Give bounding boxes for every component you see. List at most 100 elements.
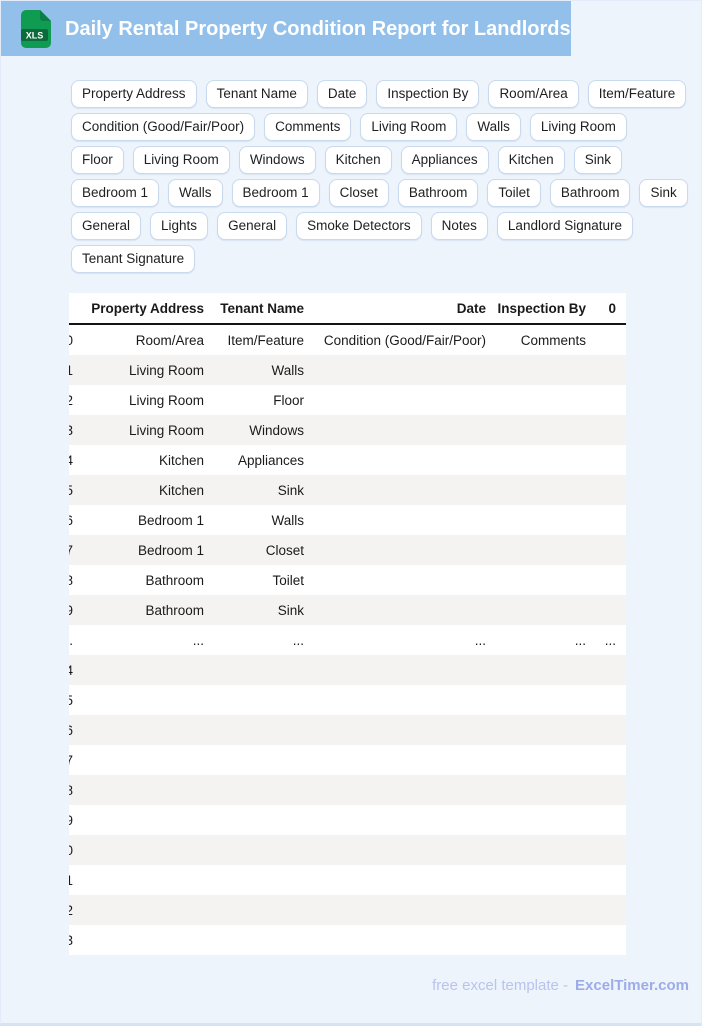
cell-extra: [591, 415, 626, 445]
keyword-chip[interactable]: Kitchen: [324, 146, 392, 174]
keyword-chip[interactable]: Living Room: [360, 113, 458, 141]
keyword-chip[interactable]: Floor: [71, 146, 124, 174]
condition-report-table: Property Address Tenant Name Date Inspec…: [69, 293, 626, 955]
cell-condition: [306, 385, 491, 415]
cell-extra: [591, 805, 626, 835]
keyword-chip[interactable]: General: [217, 212, 288, 240]
header-zero: 0: [608, 300, 616, 316]
cell-comments: [491, 415, 591, 445]
cell-row-number: 15: [69, 692, 73, 708]
cell-room-area: Bathroom: [145, 572, 204, 588]
keyword-chip[interactable]: Smoke Detectors: [296, 212, 422, 240]
cell-comments: Comments: [520, 332, 586, 348]
cell-condition: [306, 565, 491, 595]
header-date: Date: [456, 300, 486, 316]
keyword-chip[interactable]: Condition (Good/Fair/Poor): [71, 113, 256, 141]
table-row: 21: [69, 865, 626, 895]
cell-condition: [306, 535, 491, 565]
keyword-chip[interactable]: Room/Area: [488, 80, 579, 108]
chip-row: Floor Living Room Windows Kitchen Appliances…: [71, 146, 702, 174]
keyword-chip[interactable]: Date: [316, 80, 368, 108]
table-row: 23: [69, 925, 626, 955]
keyword-chip[interactable]: Inspection By: [376, 80, 480, 108]
cell-condition: [306, 895, 491, 925]
keyword-chip[interactable]: Kitchen: [497, 146, 565, 174]
keyword-chip[interactable]: Bathroom: [397, 179, 479, 207]
footer-brand-link[interactable]: ExcelTimer.com: [575, 977, 689, 994]
keyword-chip[interactable]: Property Address: [71, 80, 197, 108]
cell-room-area: [81, 805, 206, 835]
table-row: 4 Kitchen Appliances: [69, 445, 626, 475]
cell-extra: [591, 895, 626, 925]
cell-condition: [306, 805, 491, 835]
keyword-chip[interactable]: Sink: [573, 146, 622, 174]
cell-condition: [306, 595, 491, 625]
keyword-chip[interactable]: Lights: [150, 212, 209, 240]
xls-icon-label: XLS: [26, 30, 44, 40]
xls-file-icon: XLS: [21, 9, 51, 48]
keyword-chip[interactable]: General: [71, 212, 142, 240]
cell-row-number: 7: [69, 542, 73, 558]
keyword-chip[interactable]: Item/Feature: [587, 80, 687, 108]
cell-room-area: Bedroom 1: [137, 512, 204, 528]
cell-item-feature: [206, 925, 306, 955]
cell-row-number: 6: [69, 512, 73, 528]
cell-item-feature: ...: [292, 632, 304, 648]
cell-comments: [491, 355, 591, 385]
cell-item-feature: [206, 805, 306, 835]
cell-extra: [591, 715, 626, 745]
keyword-chip[interactable]: Notes: [430, 212, 488, 240]
keyword-chip[interactable]: Bedroom 1: [71, 179, 160, 207]
cell-extra: [591, 475, 626, 505]
keyword-chip[interactable]: Landlord Signature: [496, 212, 634, 240]
keyword-chip[interactable]: Tenant Signature: [71, 245, 196, 273]
cell-extra: [591, 505, 626, 535]
cell-comments: [491, 805, 591, 835]
keyword-chip[interactable]: Living Room: [529, 113, 627, 141]
cell-condition: [306, 835, 491, 865]
cell-condition: [306, 415, 491, 445]
cell-room-area: [81, 715, 206, 745]
table-row: 17: [69, 745, 626, 775]
keyword-chip[interactable]: Sink: [639, 179, 688, 207]
cell-comments: [491, 685, 591, 715]
keyword-chip[interactable]: Appliances: [400, 146, 489, 174]
table-row: 0 Room/Area Item/Feature Condition (Good…: [69, 324, 626, 355]
cell-comments: [491, 865, 591, 895]
cell-condition: [306, 445, 491, 475]
cell-condition: [306, 775, 491, 805]
keyword-chip[interactable]: Walls: [168, 179, 223, 207]
cell-condition: ...: [474, 632, 486, 648]
cell-comments: [491, 655, 591, 685]
keyword-chip[interactable]: Living Room: [132, 146, 230, 174]
cell-room-area: [81, 775, 206, 805]
keyword-chip[interactable]: Tenant Name: [205, 80, 308, 108]
cell-row-number: ...: [69, 632, 73, 648]
keyword-chip[interactable]: Walls: [466, 113, 521, 141]
cell-row-number: 14: [69, 662, 73, 678]
cell-item-feature: Walls: [271, 512, 305, 528]
keyword-chip[interactable]: Closet: [328, 179, 389, 207]
cell-row-number: 22: [69, 902, 73, 918]
keyword-chip[interactable]: Bathroom: [549, 179, 631, 207]
cell-item-feature: Closet: [265, 542, 304, 558]
cell-condition: [306, 655, 491, 685]
cell-extra: ...: [604, 632, 616, 648]
keyword-chip[interactable]: Windows: [238, 146, 316, 174]
keyword-chip[interactable]: Comments: [264, 113, 352, 141]
cell-room-area: [81, 685, 206, 715]
cell-extra: [591, 925, 626, 955]
cell-item-feature: Sink: [277, 482, 304, 498]
table-row: 7 Bedroom 1 Closet: [69, 535, 626, 565]
cell-item-feature: Toilet: [272, 572, 304, 588]
cell-comments: [491, 565, 591, 595]
cell-comments: [491, 925, 591, 955]
cell-room-area: [81, 895, 206, 925]
cell-item-feature: [206, 835, 306, 865]
keyword-chip[interactable]: Toilet: [487, 179, 541, 207]
cell-extra: [591, 445, 626, 475]
cell-row-number: 17: [69, 752, 73, 768]
keyword-chip[interactable]: Bedroom 1: [231, 179, 320, 207]
cell-row-number: 3: [69, 422, 73, 438]
cell-comments: [491, 385, 591, 415]
